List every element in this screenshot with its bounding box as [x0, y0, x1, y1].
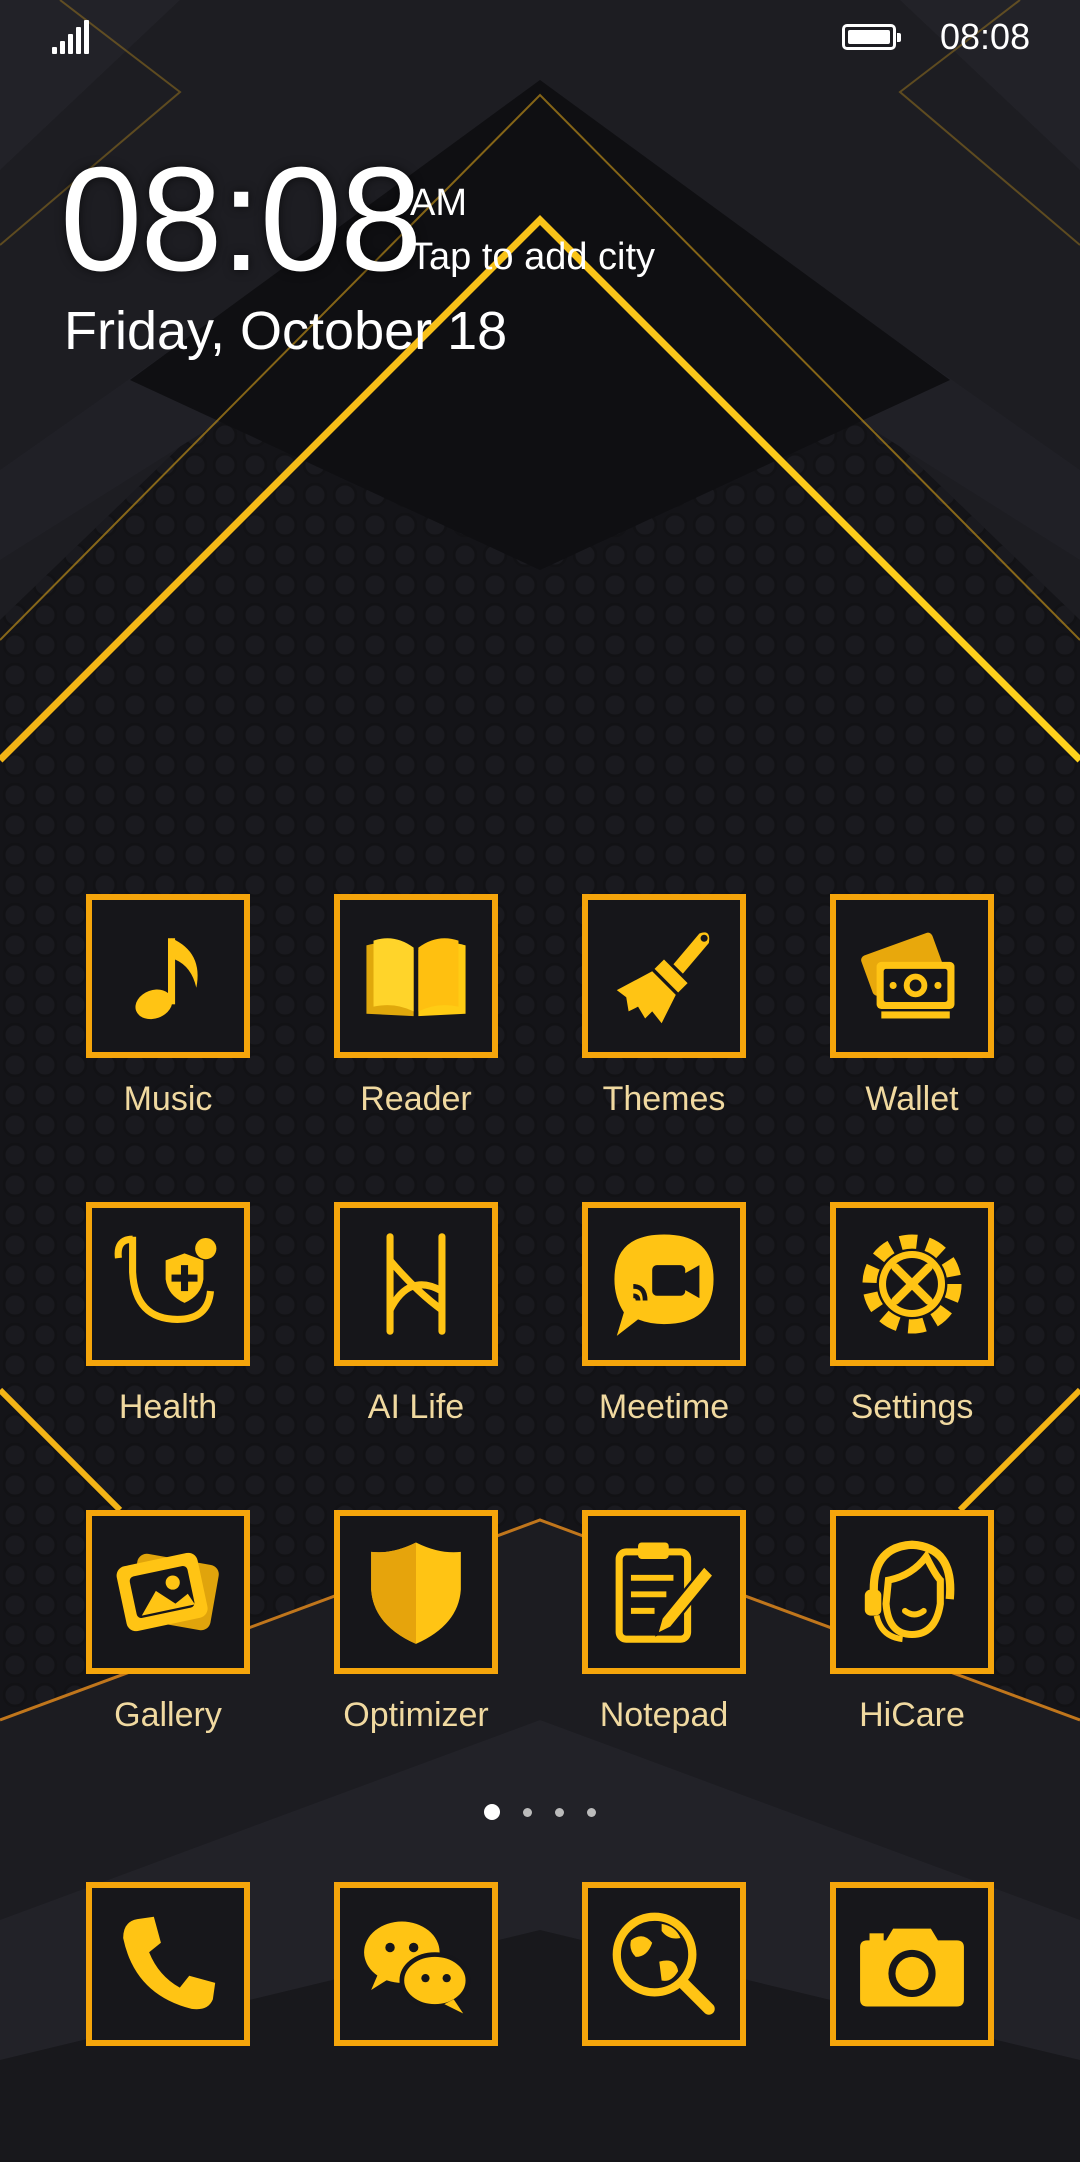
dock-phone[interactable]: [58, 1882, 278, 2162]
status-time: 08:08: [940, 16, 1031, 57]
app-icon-frame[interactable]: [582, 1202, 746, 1366]
ai-life-icon: [386, 1233, 446, 1335]
app-icon-frame[interactable]: [582, 894, 746, 1058]
music-note-icon: [135, 938, 198, 1020]
app-label: HiCare: [859, 1696, 965, 1734]
page-dot[interactable]: [587, 1808, 596, 1817]
app-themes[interactable]: Themes: [554, 894, 774, 1174]
photos-icon: [116, 1552, 219, 1632]
video-call-bubble-icon: [614, 1234, 714, 1336]
dock-camera[interactable]: [802, 1882, 1022, 2162]
app-meetime[interactable]: Meetime: [554, 1202, 774, 1482]
wechat-bubbles-icon: [364, 1921, 471, 2014]
dock-wechat[interactable]: [306, 1882, 526, 2162]
status-bar: 08:08: [0, 0, 1080, 76]
app-label: Themes: [602, 1080, 726, 1118]
app-wallet[interactable]: Wallet: [802, 894, 1022, 1174]
app-hicare[interactable]: HiCare: [802, 1510, 1022, 1790]
app-icon-frame[interactable]: [582, 1510, 746, 1674]
app-label: Health: [118, 1388, 218, 1426]
app-label: AI Life: [367, 1388, 465, 1426]
clipboard-pencil-icon: [615, 1542, 716, 1643]
headset-support-icon: [864, 1540, 955, 1643]
app-icon-frame[interactable]: [334, 1510, 498, 1674]
app-health[interactable]: Health: [58, 1202, 278, 1482]
paintbrush-icon: [616, 932, 710, 1024]
app-label: Music: [123, 1080, 213, 1118]
clock-date[interactable]: Friday, October 18: [64, 300, 507, 362]
page-dot[interactable]: [555, 1808, 564, 1817]
phone-icon: [123, 1916, 216, 2010]
globe-search-icon: [612, 1912, 715, 2015]
page-dot[interactable]: [523, 1808, 532, 1817]
clock-time[interactable]: 08:08: [60, 146, 422, 294]
app-icon-frame[interactable]: [334, 1202, 498, 1366]
app-icon-frame[interactable]: [334, 1882, 498, 2046]
app-label: Wallet: [865, 1080, 959, 1118]
app-label: Settings: [850, 1388, 974, 1426]
app-settings[interactable]: Settings: [802, 1202, 1022, 1482]
app-label: Notepad: [599, 1696, 729, 1734]
battery-full-icon: [842, 24, 901, 50]
app-label: Gallery: [114, 1696, 222, 1734]
app-gallery[interactable]: Gallery: [58, 1510, 278, 1790]
app-label: Optimizer: [343, 1696, 489, 1734]
stethoscope-icon: [114, 1235, 217, 1323]
app-label: Reader: [360, 1080, 472, 1118]
app-icon-frame[interactable]: [86, 894, 250, 1058]
app-icon-frame[interactable]: [830, 1882, 994, 2046]
app-label: Meetime: [598, 1388, 730, 1426]
app-notepad[interactable]: Notepad: [554, 1510, 774, 1790]
gear-tools-icon: [862, 1234, 962, 1334]
app-reader[interactable]: Reader: [306, 894, 526, 1174]
app-icon-frame[interactable]: [830, 894, 994, 1058]
signal-bars-icon: [52, 20, 92, 54]
app-icon-frame[interactable]: [830, 1202, 994, 1366]
shield-icon: [371, 1542, 461, 1644]
app-icon-frame[interactable]: [86, 1882, 250, 2046]
camera-icon: [860, 1928, 964, 2007]
page-indicator[interactable]: [0, 1804, 1080, 1824]
app-icon-frame[interactable]: [830, 1510, 994, 1674]
app-icon-frame[interactable]: [86, 1510, 250, 1674]
add-city-link[interactable]: Tap to add city: [410, 236, 655, 279]
page-dot-active[interactable]: [484, 1804, 500, 1820]
dock-browser[interactable]: [554, 1882, 774, 2162]
app-optimizer[interactable]: Optimizer: [306, 1510, 526, 1790]
app-ai-life[interactable]: AI Life: [306, 1202, 526, 1482]
app-icon-frame[interactable]: [86, 1202, 250, 1366]
clock-ampm: AM: [410, 182, 467, 224]
app-music[interactable]: Music: [58, 894, 278, 1174]
app-icon-frame[interactable]: [582, 1882, 746, 2046]
book-icon: [366, 938, 466, 1017]
app-icon-frame[interactable]: [334, 894, 498, 1058]
wallet-cash-icon: [861, 932, 955, 1019]
